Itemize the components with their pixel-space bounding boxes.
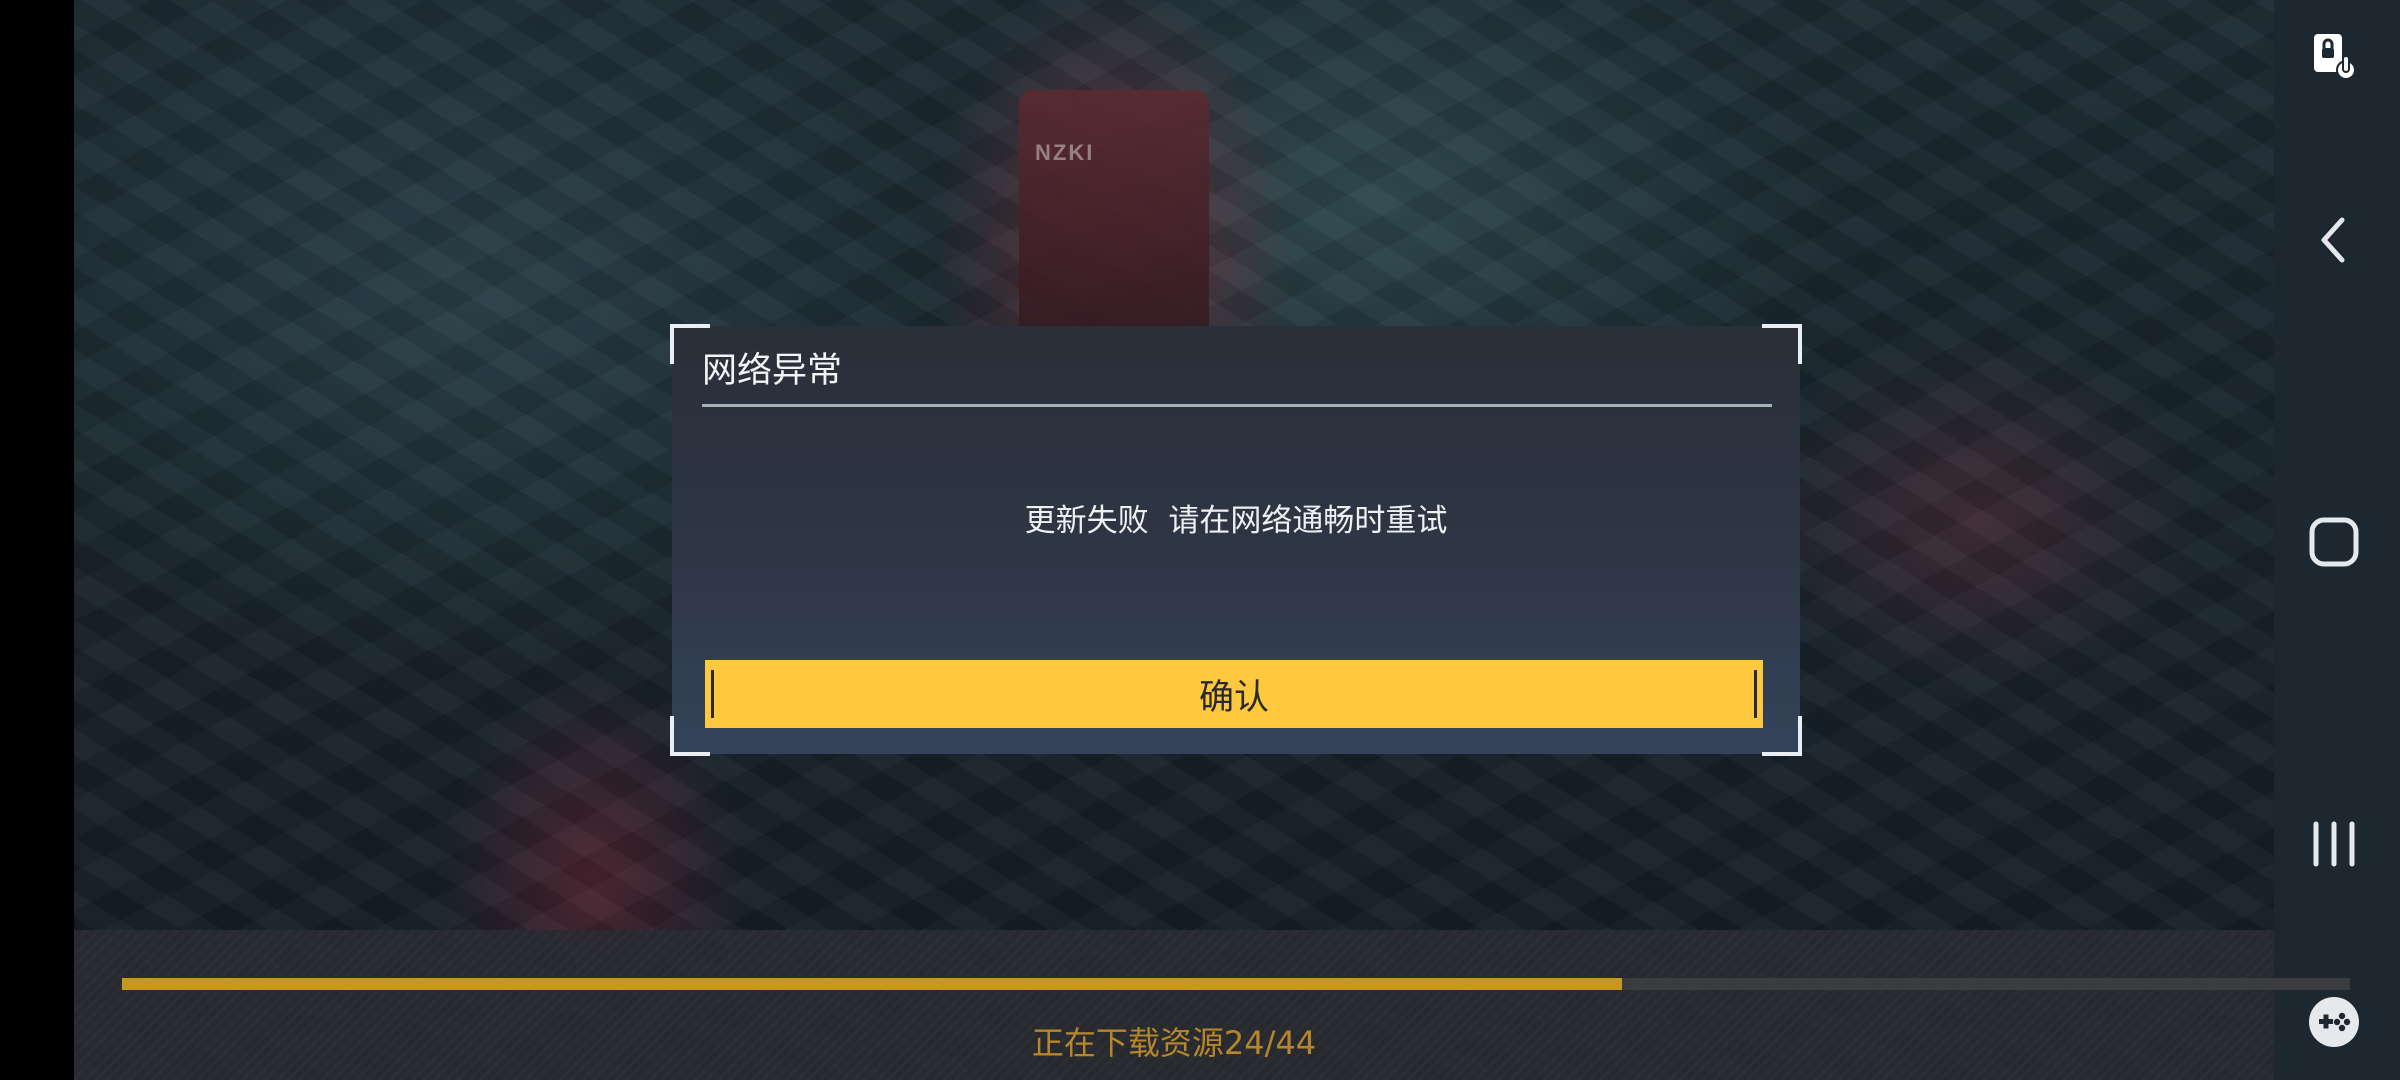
screen-lock-touch-button[interactable] [2302, 24, 2366, 88]
dialog-corner-bottom-right [1762, 716, 1802, 756]
button-edge-left [711, 670, 714, 718]
left-inset [0, 0, 74, 1080]
screen-lock-touch-icon [2314, 34, 2356, 80]
download-progress-bar [122, 978, 2350, 990]
button-edge-right [1754, 670, 1757, 718]
download-progress-fill [122, 978, 1623, 990]
dialog-corner-top-right [1762, 324, 1802, 364]
dialog-title-divider [702, 404, 1772, 407]
confirm-button-label: 确认 [1198, 677, 1269, 718]
confirm-button[interactable]: 确认 [705, 660, 1763, 728]
back-button[interactable] [2302, 208, 2366, 272]
dialog-corner-bottom-left [670, 716, 710, 756]
game-controller-icon [2309, 997, 2359, 1047]
dialog-message: 更新失败 请在网络通畅时重试 [1024, 503, 1448, 539]
download-status-text: 正在下载资源24/44 [1031, 1024, 1317, 1062]
game-tools-button[interactable] [2302, 990, 2366, 1054]
recents-button[interactable] [2302, 812, 2366, 876]
back-icon [2321, 217, 2345, 263]
download-progress-panel: 正在下载资源24/44 [74, 930, 2350, 1080]
network-error-dialog: 网络异常 更新失败 请在网络通畅时重试 确认 [670, 324, 1802, 756]
home-button[interactable] [2302, 510, 2366, 574]
home-icon [2309, 517, 2359, 567]
dialog-title: 网络异常 [702, 351, 843, 391]
tower-sign: NZKI [1035, 140, 1095, 165]
game-screen: NZKI 网络异常 更新失败 请在网络通畅时重试 确认 正在下载资源24/44 [0, 0, 2400, 1080]
recents-icon [2313, 821, 2355, 867]
